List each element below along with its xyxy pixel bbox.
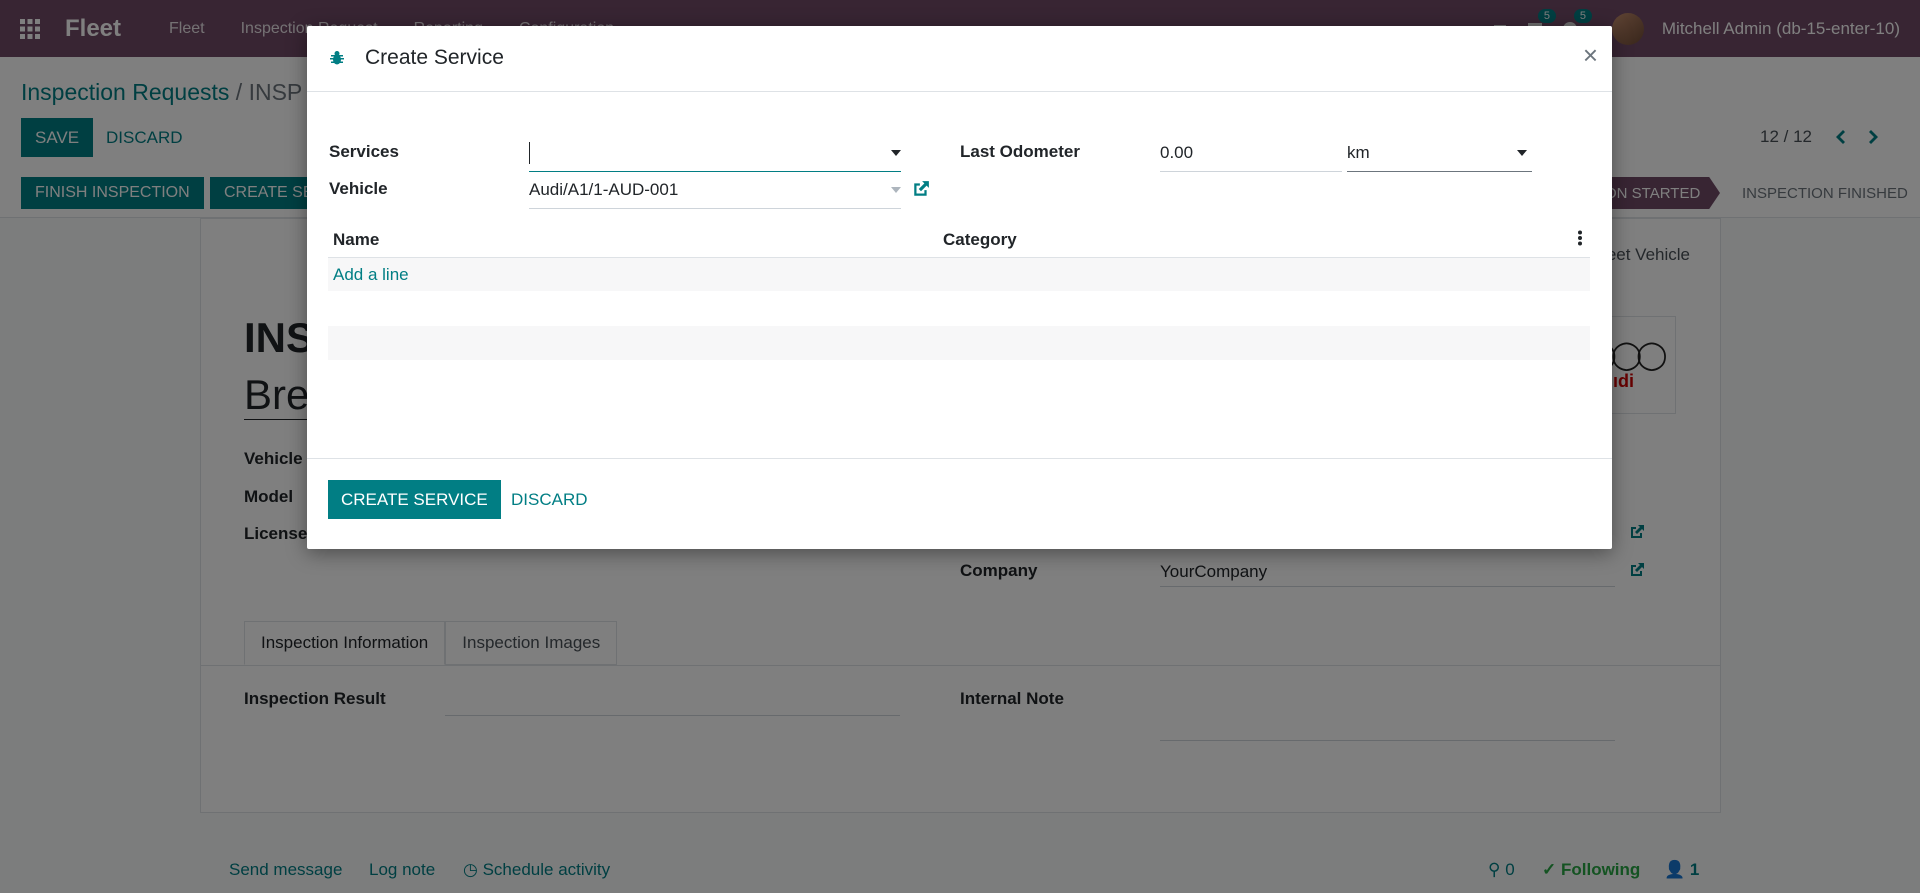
vehicle-input[interactable]: Audi/A1/1-AUD-001 [529,179,901,209]
vehicle-dropdown-icon[interactable] [891,187,901,193]
vehicle-external-link-icon[interactable] [912,180,930,203]
list-header: Name Category [328,222,1590,258]
list-empty-row [328,292,1590,326]
unit-dropdown-icon[interactable] [1517,150,1527,156]
modal-header: Create Service × [307,26,1612,92]
last-odometer-label: Last Odometer [960,142,1080,161]
column-category[interactable]: Category [943,230,1017,250]
create-service-button[interactable]: CREATE SERVICE [328,480,501,519]
add-a-line-link[interactable]: Add a line [333,265,409,285]
create-service-dialog: Create Service × Services Vehicle Audi/A… [307,26,1612,549]
close-icon[interactable]: × [1583,40,1598,71]
services-input[interactable] [529,142,901,172]
modal-footer: CREATE SERVICE DISCARD [307,458,1612,549]
bug-icon [329,50,345,71]
list-add-row: Add a line [328,258,1590,292]
services-label: Services [329,142,399,161]
modal-discard-button[interactable]: DISCARD [511,480,588,519]
services-dropdown-icon[interactable] [891,150,901,156]
odometer-unit-select[interactable]: km [1347,142,1532,172]
text-cursor [529,142,530,164]
column-name[interactable]: Name [333,230,379,250]
odometer-unit-value: km [1347,143,1370,162]
modal-vehicle-label: Vehicle [329,179,388,198]
modal-body: Services Vehicle Audi/A1/1-AUD-001 Last … [307,92,1612,458]
vehicle-value: Audi/A1/1-AUD-001 [529,180,679,199]
list-empty-row [328,326,1590,360]
optional-columns-icon[interactable] [1578,230,1582,251]
odometer-input[interactable]: 0.00 [1160,142,1342,172]
modal-title: Create Service [365,46,504,69]
services-list: Name Category Add a line [328,222,1590,360]
odometer-value: 0.00 [1160,143,1194,162]
